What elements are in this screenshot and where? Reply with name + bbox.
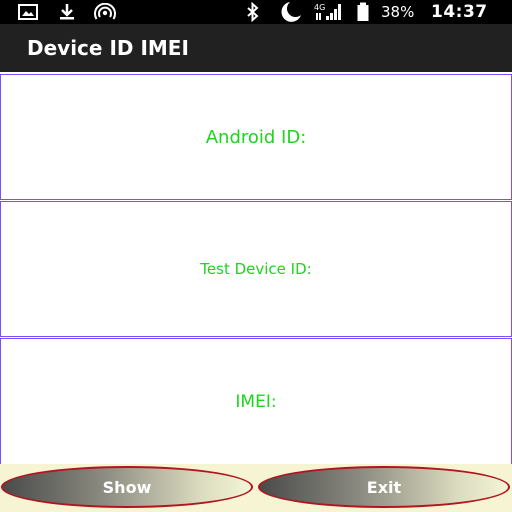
clock: 14:37 <box>431 2 488 22</box>
android-id-label: Android ID: <box>205 126 307 148</box>
imei-panel: IMEI: <box>0 338 512 465</box>
test-device-id-label: Test Device ID: <box>200 260 312 278</box>
app-bar: Device ID IMEI <box>0 24 512 72</box>
moon-icon <box>277 0 303 24</box>
signal-icon: 4G <box>314 0 344 24</box>
status-bar: 4G 38% 14:37 <box>0 0 512 24</box>
network-type-label: 4G <box>314 3 325 12</box>
image-icon <box>18 0 38 24</box>
bluetooth-icon <box>246 0 260 24</box>
app-title: Device ID IMEI <box>27 36 189 60</box>
android-id-panel: Android ID: <box>0 74 512 200</box>
hotspot-icon <box>93 0 117 24</box>
battery-percent: 38% <box>381 3 415 21</box>
download-icon <box>58 0 76 24</box>
imei-label: IMEI: <box>235 391 277 412</box>
show-button[interactable]: Show <box>1 466 253 508</box>
battery-icon <box>356 0 370 24</box>
test-device-id-panel: Test Device ID: <box>0 201 512 337</box>
exit-button[interactable]: Exit <box>258 466 510 508</box>
